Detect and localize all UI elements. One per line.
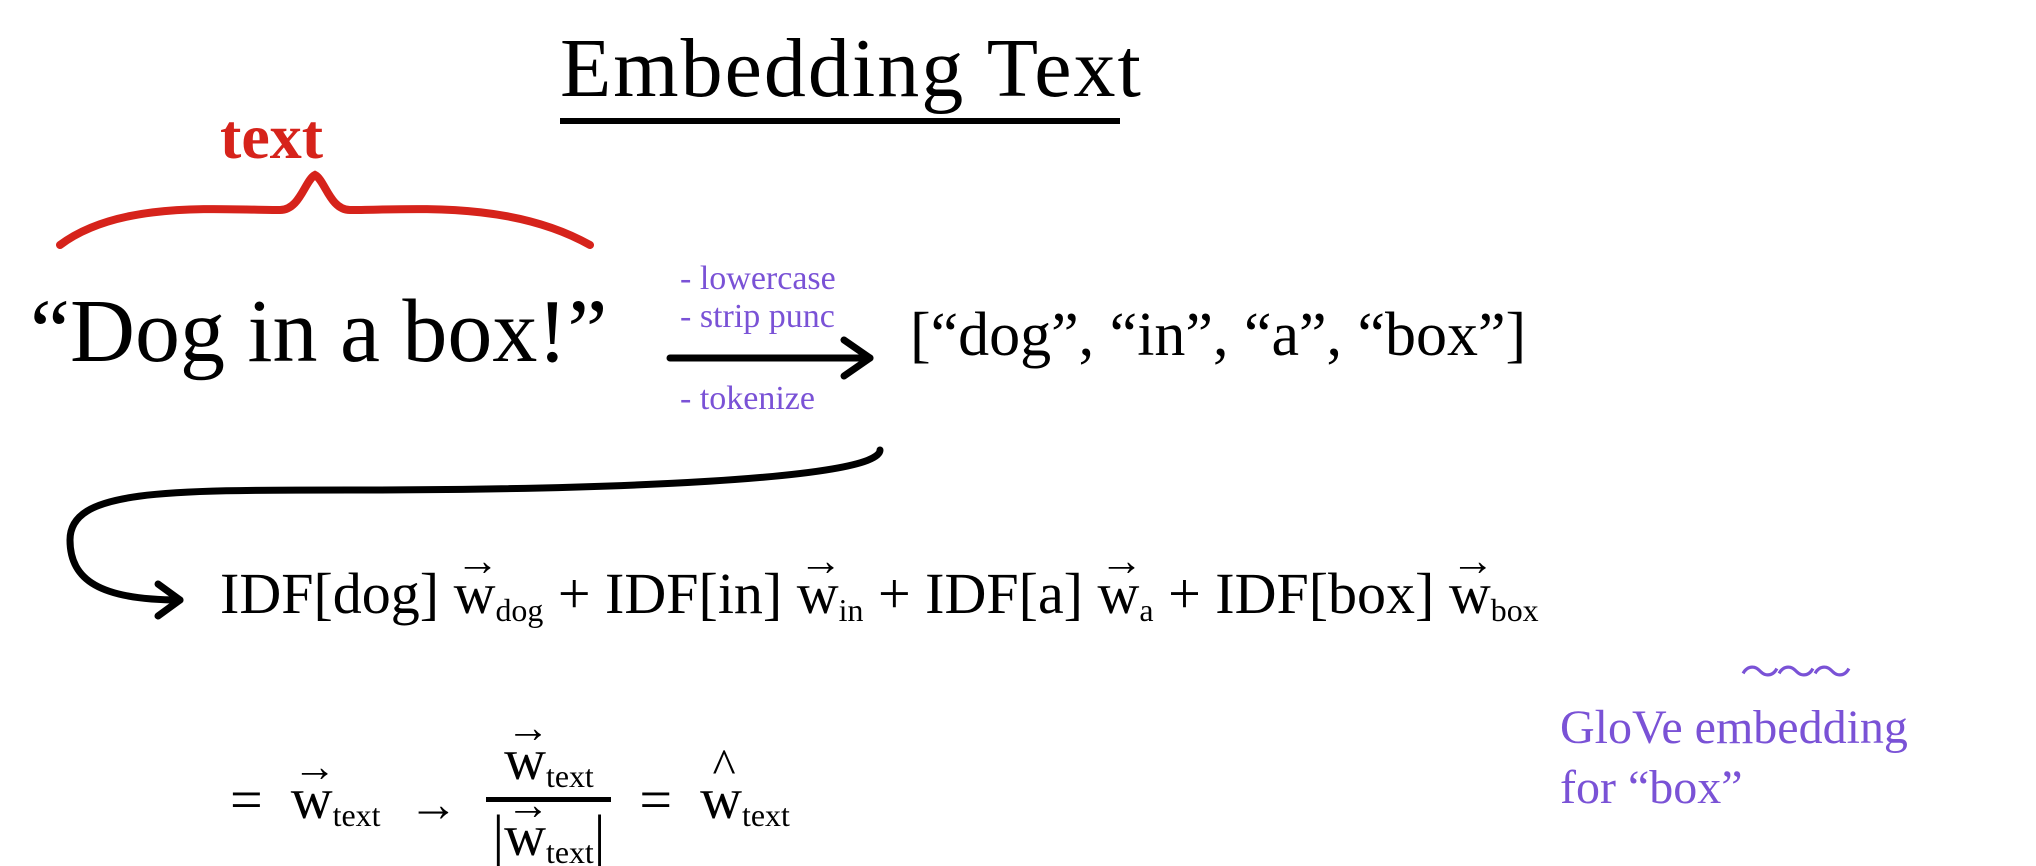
vec-w-a: w xyxy=(1098,560,1140,627)
sub-box: box xyxy=(1491,593,1539,628)
sub-in: in xyxy=(839,593,864,628)
sub-dog: dog xyxy=(495,593,543,628)
token-list: [“dog”, “in”, “a”, “box”] xyxy=(910,300,1526,371)
plus-2: + xyxy=(878,561,925,626)
step-tokenize: - tokenize xyxy=(680,380,815,417)
text-label: text xyxy=(220,100,323,174)
idf-dog: IDF[dog] xyxy=(220,561,454,626)
term-in: IDF[in] win xyxy=(605,561,878,626)
idf-box: IDF[box] xyxy=(1215,561,1449,626)
eq-1: = xyxy=(230,766,263,833)
idf-in: IDF[in] xyxy=(605,561,797,626)
w-text-vec: wtext xyxy=(291,765,381,834)
term-a: IDF[a] wa xyxy=(925,561,1168,626)
vec-w-dog: w xyxy=(454,560,496,627)
fraction-denominator: |wtext| xyxy=(486,806,611,866)
input-phrase: “Dog in a box!” xyxy=(30,280,607,383)
sub-a: a xyxy=(1139,593,1153,628)
process-arrow-head xyxy=(844,340,870,376)
plus-3: + xyxy=(1168,561,1215,626)
fraction: wtext |wtext| xyxy=(486,730,611,866)
idf-sum-formula: IDF[dog] wdog + IDF[in] win + IDF[a] wa … xyxy=(220,560,1539,629)
vec-w-box: w xyxy=(1449,560,1491,627)
normalize-formula: = wtext → wtext |wtext| = wtext xyxy=(230,730,790,866)
vec-w-in: w xyxy=(797,560,839,627)
w-text-hat: wtext xyxy=(700,765,790,834)
arrow-icon: → xyxy=(408,775,458,833)
term-dog: IDF[dog] wdog xyxy=(220,561,558,626)
idf-a: IDF[a] xyxy=(925,561,1097,626)
step-strip-punc: - strip punc xyxy=(680,298,835,335)
brace-red xyxy=(60,175,590,245)
flow-arrow-head xyxy=(158,584,180,616)
squiggle-under-wbox: ～～～ xyxy=(1740,640,1848,698)
term-box: IDF[box] wbox xyxy=(1215,561,1538,626)
glove-annotation-line1: GloVe embedding xyxy=(1560,700,1908,755)
title-underline xyxy=(560,118,1120,124)
plus-1: + xyxy=(558,561,605,626)
eq-2: = xyxy=(639,766,672,833)
step-lowercase: - lowercase xyxy=(680,260,836,297)
glove-annotation-line2: for “box” xyxy=(1560,760,1743,815)
page-title: Embedding Text xyxy=(560,20,1143,117)
